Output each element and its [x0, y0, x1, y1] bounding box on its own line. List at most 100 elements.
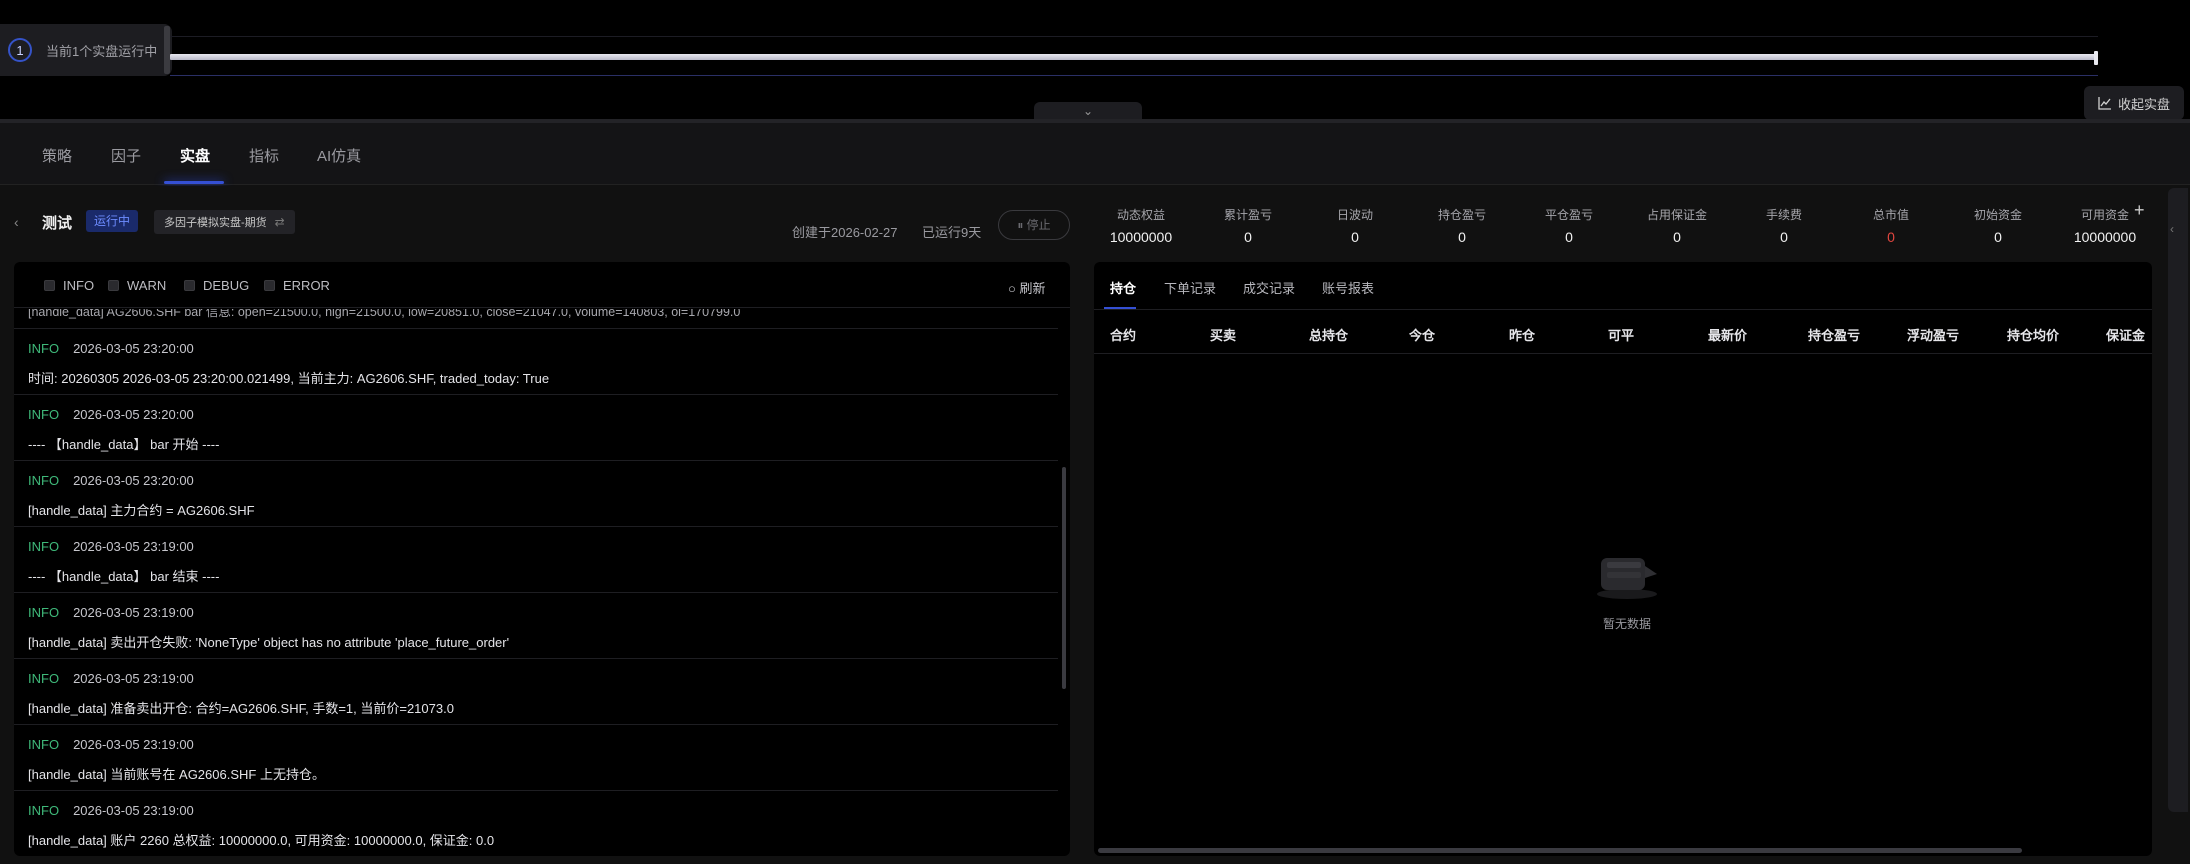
running-indicator[interactable]: 1 当前1个实盘运行中	[0, 24, 172, 76]
col-avg-price[interactable]: 持仓均价	[2007, 325, 2059, 344]
active-tab-underline	[164, 181, 224, 184]
metric-market-value: 总市值 0	[1836, 206, 1946, 245]
log-list[interactable]: [handle_data] AG2606.SHF bar 信息: open=21…	[14, 309, 1058, 856]
active-subtab-underline	[1104, 307, 1136, 309]
refresh-button[interactable]: ○ 刷新	[1008, 278, 1046, 297]
log-message: ---- 【handle_data】 bar 结束 ----	[28, 569, 220, 584]
live-type-label: 多因子模拟实盘-期货	[164, 217, 267, 229]
log-message: [handle_data] 账户 2260 总权益: 10000000.0, 可…	[28, 833, 495, 848]
log-level: INFO	[28, 803, 60, 818]
empty-text: 暂无数据	[1602, 617, 1651, 631]
metric-label: 手续费	[1765, 208, 1802, 222]
tab-live[interactable]: 实盘	[180, 145, 210, 166]
log-entry: INFO 2026-03-05 23:19:00 [handle_data] 准备…	[14, 659, 1058, 725]
log-message: [handle_data] 当前账号在 AG2606.SHF 上无持仓。	[28, 767, 325, 782]
filter-info-label: INFO	[63, 278, 95, 293]
back-chevron-icon[interactable]: ‹	[14, 214, 19, 230]
tab-indicator[interactable]: 指标	[249, 145, 279, 166]
chevron-down-icon: ⌄	[1082, 104, 1094, 118]
col-margin[interactable]: 保证金	[2106, 325, 2145, 344]
log-time: 2026-03-05 23:20:00	[73, 473, 194, 488]
tab-trades[interactable]: 成交记录	[1243, 278, 1295, 297]
log-message: 时间: 20260305 2026-03-05 23:20:00.021499,…	[28, 371, 550, 386]
running-status-text: 当前1个实盘运行中	[46, 43, 158, 59]
metric-label: 持仓盈亏	[1437, 208, 1486, 222]
metric-label: 初始资金	[1973, 208, 2022, 222]
metric-dynamic-equity: 动态权益 10000000	[1086, 206, 1196, 245]
col-contract[interactable]: 合约	[1110, 325, 1136, 344]
created-date: 创建于2026-02-27	[792, 225, 898, 240]
filter-warn-checkbox[interactable]	[108, 280, 119, 291]
filter-warn[interactable]: WARN	[108, 278, 166, 293]
metric-value: 0	[1244, 229, 1252, 245]
tab-orders[interactable]: 下单记录	[1164, 278, 1216, 297]
tab-account-report[interactable]: 账号报表	[1322, 278, 1374, 297]
runtime-text: 已运行9天	[922, 225, 982, 240]
metric-value: 0	[1994, 229, 2002, 245]
main-tabs: 策略 因子 实盘 指标 AI仿真	[0, 123, 2190, 185]
right-edge-drawer-handle[interactable]	[2168, 188, 2188, 812]
refresh-label: 刷新	[1019, 281, 1046, 296]
collapse-toggle[interactable]: ⌄	[1034, 102, 1142, 120]
live-name: 测试	[42, 215, 73, 232]
metric-label: 日波动	[1336, 208, 1373, 222]
line-chart-icon	[2098, 97, 2111, 110]
col-last-price[interactable]: 最新价	[1708, 325, 1747, 344]
metric-label: 平仓盈亏	[1544, 208, 1593, 222]
col-side[interactable]: 买卖	[1210, 325, 1236, 344]
metric-value: 0	[1565, 229, 1573, 245]
status-badge: 运行中	[86, 210, 139, 232]
log-scrollbar[interactable]	[1062, 467, 1066, 689]
filter-info[interactable]: INFO	[44, 278, 94, 293]
log-entry: INFO 2026-03-05 23:20:00 [handle_data] 主力…	[14, 461, 1058, 527]
col-total-position[interactable]: 总持仓	[1309, 325, 1348, 344]
positions-panel: 持仓 下单记录 成交记录 账号报表 合约 买卖 总持仓 今仓 昨仓 可平 最新价…	[1094, 262, 2152, 856]
filter-info-checkbox[interactable]	[44, 280, 55, 291]
log-message: ---- 【handle_data】 bar 开始 ----	[28, 437, 220, 452]
empty-state: 暂无数据	[1582, 544, 1672, 632]
log-time: 2026-03-05 23:19:00	[73, 605, 194, 620]
filter-error-checkbox[interactable]	[264, 280, 275, 291]
col-floating-pnl[interactable]: 浮动盈亏	[1907, 325, 1959, 344]
log-filter-bar: INFO WARN DEBUG ERROR ○ 刷新	[14, 262, 1070, 308]
filter-debug[interactable]: DEBUG	[184, 278, 249, 293]
add-metric-plus-icon[interactable]: +	[2134, 200, 2145, 221]
fold-live-button[interactable]: 收起实盘	[2084, 86, 2184, 120]
stop-label: 停止	[1026, 218, 1051, 232]
tab-positions[interactable]: 持仓	[1110, 278, 1136, 297]
positions-h-scrollbar[interactable]	[1098, 848, 2022, 853]
chevron-left-icon[interactable]: ‹	[2170, 222, 2174, 236]
metric-value: 0	[1351, 229, 1359, 245]
log-entry: INFO 2026-03-05 23:20:00 时间: 20260305 202…	[14, 329, 1058, 395]
metric-label: 总市值	[1872, 208, 1909, 222]
log-time: 2026-03-05 23:19:00	[73, 539, 194, 554]
col-today-position[interactable]: 今仓	[1409, 325, 1435, 344]
log-level: INFO	[28, 671, 60, 686]
metric-value: 0	[1887, 229, 1895, 245]
live-progress-bar	[170, 54, 2098, 60]
metric-value: 10000000	[2073, 229, 2137, 245]
col-position-pnl[interactable]: 持仓盈亏	[1808, 325, 1860, 344]
log-level: INFO	[28, 539, 60, 554]
live-type-badge[interactable]: 多因子模拟实盘-期货 ⇄	[154, 210, 295, 234]
log-message: [handle_data] 卖出开仓失败: 'NoneType' object …	[28, 635, 510, 650]
log-entry: INFO 2026-03-05 23:19:00 [handle_data] 当前…	[14, 725, 1058, 791]
log-entry: INFO 2026-03-05 23:19:00 ---- 【handle_dat…	[14, 527, 1058, 593]
log-entry: INFO 2026-03-05 23:19:00 [handle_data] 账户…	[14, 791, 1058, 856]
stop-button[interactable]: ⏸ 停止	[998, 210, 1070, 240]
col-closable[interactable]: 可平	[1608, 325, 1634, 344]
metric-label: 动态权益	[1116, 208, 1165, 222]
log-message: [handle_data] 主力合约 = AG2606.SHF	[28, 503, 255, 518]
tab-strategy[interactable]: 策略	[42, 145, 72, 166]
tab-factor[interactable]: 因子	[111, 145, 141, 166]
positions-table-header: 合约 买卖 总持仓 今仓 昨仓 可平 最新价 持仓盈亏 浮动盈亏 持仓均价 保证…	[1094, 310, 2152, 354]
tab-ai-sim[interactable]: AI仿真	[317, 145, 361, 166]
log-time: 2026-03-05 23:19:00	[73, 803, 194, 818]
col-yesterday-position[interactable]: 昨仓	[1509, 325, 1535, 344]
empty-box-icon	[1597, 558, 1657, 599]
log-time: 2026-03-05 23:20:00	[73, 407, 194, 422]
log-panel: INFO WARN DEBUG ERROR ○ 刷新 [handle_data]…	[14, 262, 1070, 856]
metric-initial-capital: 初始资金 0	[1943, 206, 2053, 245]
filter-error[interactable]: ERROR	[264, 278, 330, 293]
filter-debug-checkbox[interactable]	[184, 280, 195, 291]
